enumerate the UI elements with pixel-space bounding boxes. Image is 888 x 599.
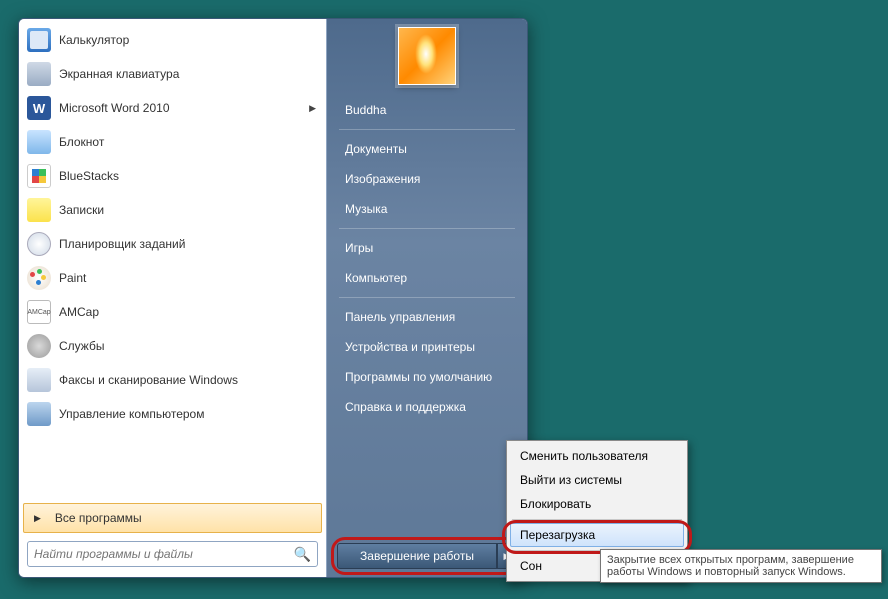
right-panel-item[interactable]: Игры — [327, 233, 527, 263]
triangle-icon: ▶ — [34, 513, 41, 524]
task-scheduler-icon — [27, 232, 51, 256]
program-list: Калькулятор Экранная клавиатура W Microsoft… — [19, 19, 326, 499]
flyout-item[interactable]: Блокировать — [510, 492, 684, 516]
program-label: Экранная клавиатура — [59, 67, 179, 81]
program-item-amcap[interactable]: AMCap AMCap — [21, 295, 324, 329]
separator — [339, 297, 515, 298]
program-item-fax-scan[interactable]: Факсы и сканирование Windows — [21, 363, 324, 397]
program-label: Службы — [59, 339, 104, 353]
program-item-computer-management[interactable]: Управление компьютером — [21, 397, 324, 431]
right-panel-item[interactable]: Справка и поддержка — [327, 392, 527, 422]
start-menu: Калькулятор Экранная клавиатура W Microsoft… — [18, 18, 528, 578]
word-icon: W — [27, 96, 51, 120]
program-label: Калькулятор — [59, 33, 129, 47]
program-item-word[interactable]: W Microsoft Word 2010 ▶ — [21, 91, 324, 125]
notepad-icon — [27, 130, 51, 154]
program-item-calculator[interactable]: Калькулятор — [21, 23, 324, 57]
right-panel-item[interactable]: Панель управления — [327, 302, 527, 332]
bluestacks-icon — [27, 164, 51, 188]
fax-scan-icon — [27, 368, 51, 392]
right-panel-item[interactable]: Компьютер — [327, 263, 527, 293]
program-label: Записки — [59, 203, 104, 217]
paint-icon — [27, 266, 51, 290]
program-label: Управление компьютером — [59, 407, 204, 421]
sticky-notes-icon — [27, 198, 51, 222]
program-item-on-screen-keyboard[interactable]: Экранная клавиатура — [21, 57, 324, 91]
flyout-item[interactable]: Выйти из системы — [510, 468, 684, 492]
shutdown-label: Завершение работы — [360, 549, 474, 563]
shutdown-button[interactable]: Завершение работы — [337, 543, 497, 569]
right-panel-list: Buddha ДокументыИзображенияМузыка ИгрыКомп… — [327, 95, 527, 422]
separator — [339, 228, 515, 229]
program-label: AMCap — [59, 305, 99, 319]
user-picture[interactable] — [398, 27, 456, 85]
right-panel-item[interactable]: Устройства и принтеры — [327, 332, 527, 362]
all-programs-button[interactable]: ▶ Все программы — [23, 503, 322, 533]
program-item-services[interactable]: Службы — [21, 329, 324, 363]
right-panel-item[interactable]: Программы по умолчанию — [327, 362, 527, 392]
search-icon[interactable]: 🔍 — [294, 546, 311, 563]
program-label: Факсы и сканирование Windows — [59, 373, 238, 387]
services-icon — [27, 334, 51, 358]
on-screen-keyboard-icon — [27, 62, 51, 86]
start-menu-left-panel: Калькулятор Экранная клавиатура W Microsoft… — [19, 19, 327, 577]
search-box[interactable]: 🔍 — [27, 541, 318, 567]
all-programs-label: Все программы — [55, 511, 142, 525]
computer-management-icon — [27, 402, 51, 426]
tooltip-text: Закрытие всех открытых программ, заверше… — [607, 554, 854, 578]
submenu-arrow-icon: ▶ — [309, 103, 316, 114]
flyout-item[interactable]: Перезагрузка — [510, 523, 684, 547]
start-menu-right-panel: Buddha ДокументыИзображенияМузыка ИгрыКомп… — [327, 19, 527, 577]
separator — [339, 129, 515, 130]
flyout-item[interactable]: Сменить пользователя — [510, 444, 684, 468]
tooltip: Закрытие всех открытых программ, заверше… — [600, 549, 882, 583]
program-label: Планировщик заданий — [59, 237, 185, 251]
shutdown-area: Завершение работы ▶ — [337, 543, 517, 569]
right-panel-item[interactable]: Изображения — [327, 164, 527, 194]
program-label: Microsoft Word 2010 — [59, 101, 170, 115]
program-item-paint[interactable]: Paint — [21, 261, 324, 295]
program-item-sticky-notes[interactable]: Записки — [21, 193, 324, 227]
program-item-bluestacks[interactable]: BlueStacks — [21, 159, 324, 193]
amcap-icon: AMCap — [27, 300, 51, 324]
right-panel-item[interactable]: Документы — [327, 134, 527, 164]
program-label: Блокнот — [59, 135, 104, 149]
program-label: BlueStacks — [59, 169, 119, 183]
program-label: Paint — [59, 271, 86, 285]
search-input[interactable] — [34, 547, 294, 561]
program-item-notepad[interactable]: Блокнот — [21, 125, 324, 159]
right-panel-item[interactable]: Buddha — [327, 95, 527, 125]
calculator-icon — [27, 28, 51, 52]
right-panel-item[interactable]: Музыка — [327, 194, 527, 224]
program-item-task-scheduler[interactable]: Планировщик заданий — [21, 227, 324, 261]
separator — [512, 519, 682, 520]
